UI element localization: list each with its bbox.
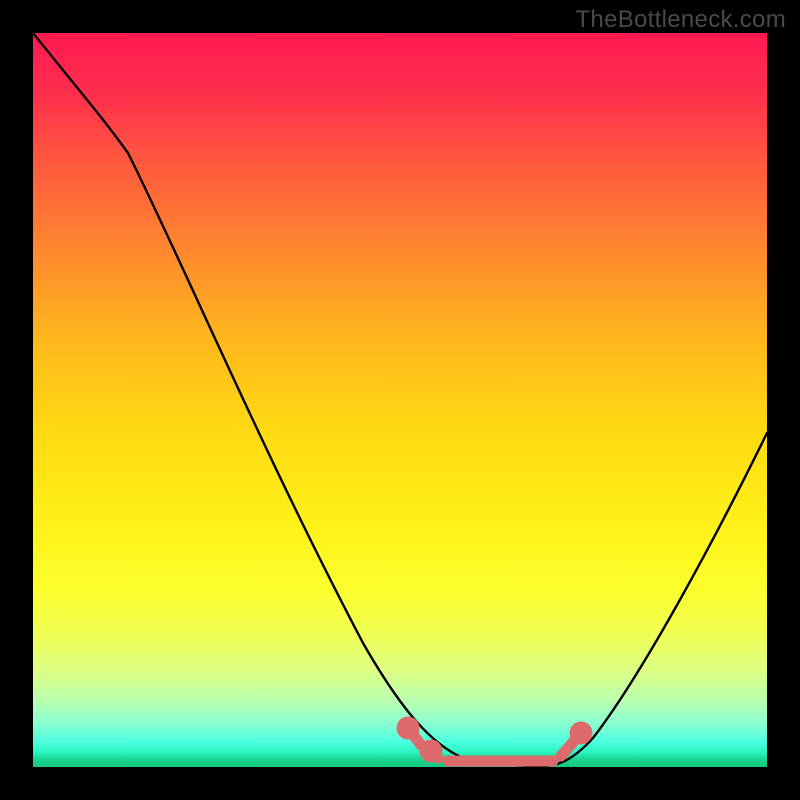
optimal-region-marker xyxy=(402,722,587,761)
curve-layer xyxy=(33,33,767,767)
bottleneck-curve xyxy=(33,33,767,766)
chart-frame: TheBottleneck.com xyxy=(0,0,800,800)
watermark-text: TheBottleneck.com xyxy=(575,6,786,34)
plot-area xyxy=(33,33,767,767)
